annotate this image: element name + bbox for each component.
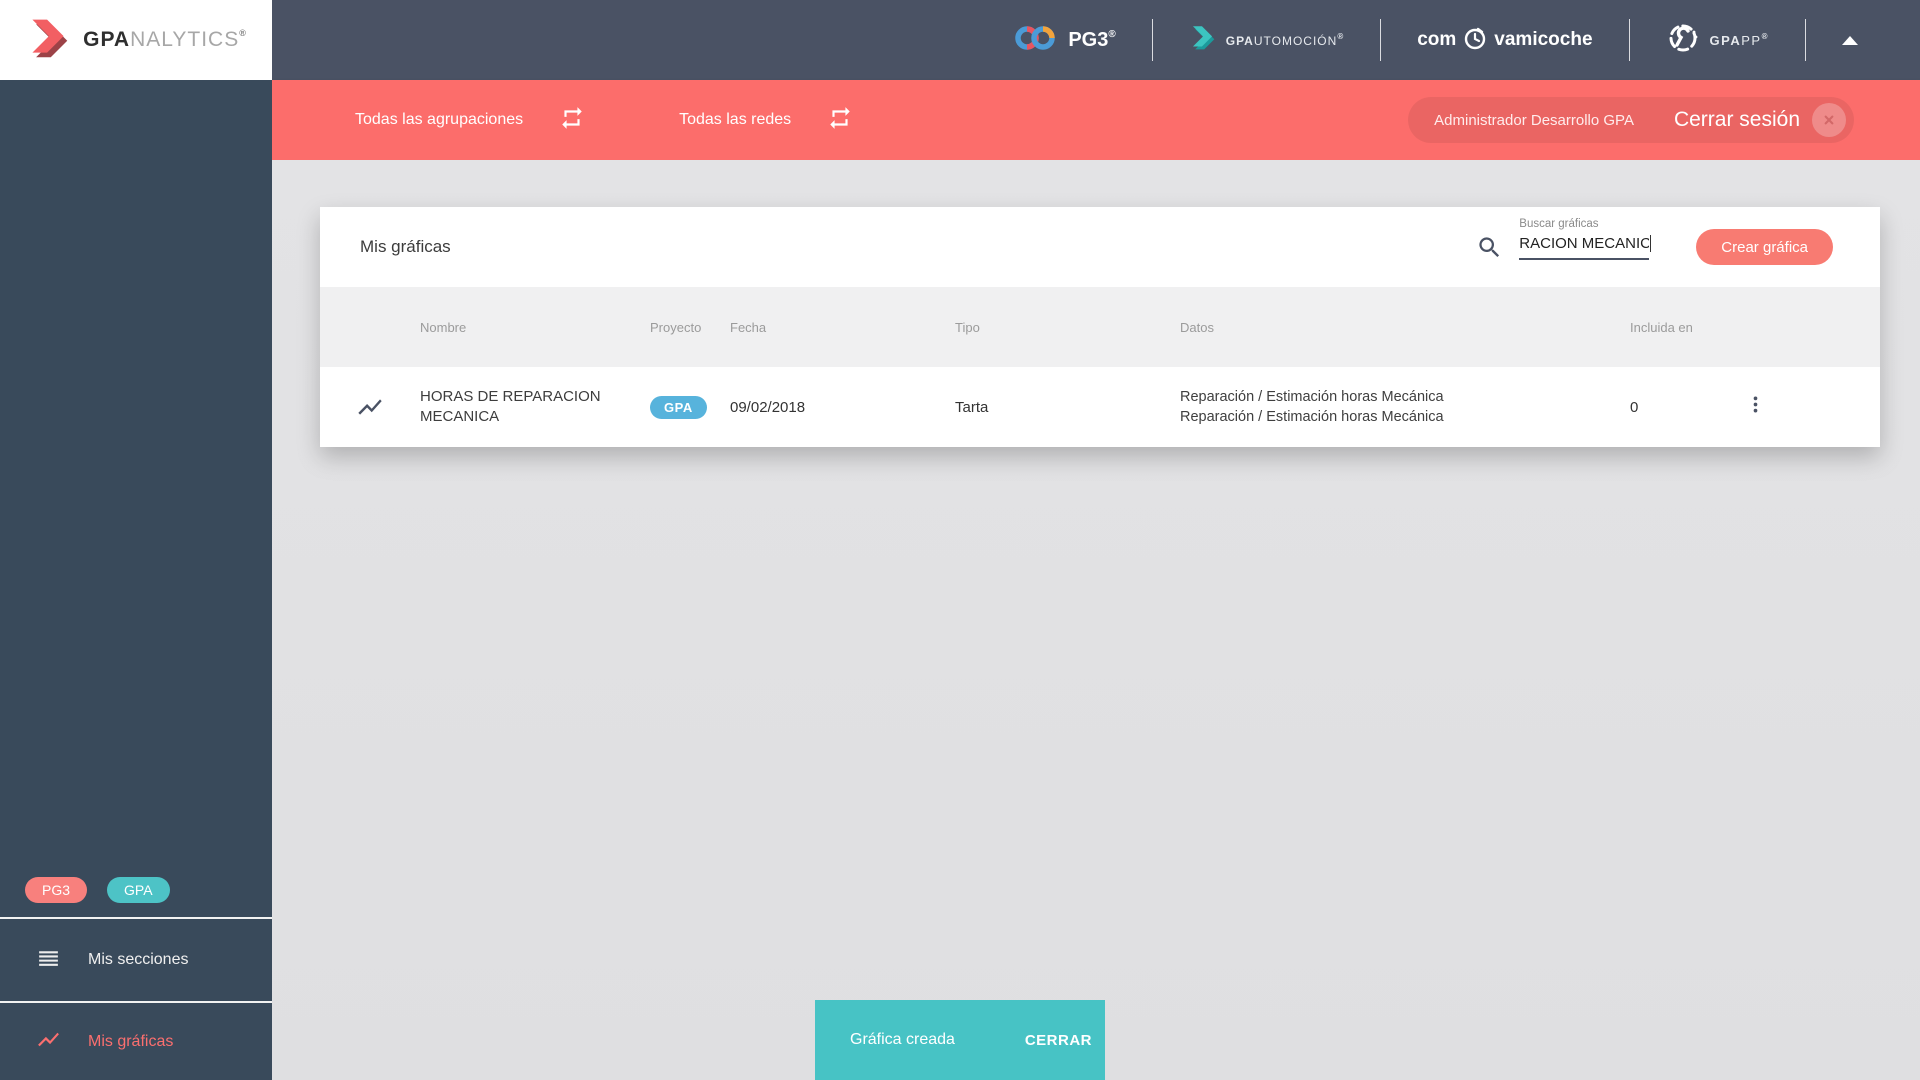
gpautomocion-logo[interactable]: GPAUTOMOCIÓN®: [1189, 24, 1344, 56]
gpapp-logo[interactable]: GPAPP®: [1666, 21, 1769, 60]
sidebar: PG3 GPA Mis secciones Mis gráficas: [0, 80, 272, 1080]
toast-close-button[interactable]: CERRAR: [1025, 1032, 1092, 1049]
sidebar-badges: PG3 GPA: [25, 877, 170, 903]
filter-bar: Todas las agrupaciones Todas las redes A…: [272, 80, 1920, 160]
sidebar-item-label: Mis secciones: [88, 951, 189, 968]
divider: [1380, 19, 1382, 61]
groupings-filter[interactable]: Todas las agrupaciones: [355, 105, 585, 136]
current-user-label: Administrador Desarrollo GPA: [1434, 111, 1634, 129]
networks-filter-label: Todas las redes: [679, 111, 792, 128]
row-date: 09/02/2018: [730, 398, 806, 416]
header-app-links: PG3® GPAUTOMOCIÓN® com vamicoche GPAPP®: [1012, 0, 1920, 80]
divider: [1151, 19, 1153, 61]
sidebar-item-label: Mis gráficas: [88, 1032, 174, 1050]
row-included-in: 0: [1630, 398, 1639, 416]
line-chart-icon: [36, 1027, 61, 1057]
groupings-filter-label: Todas las agrupaciones: [355, 111, 524, 128]
clock-icon: [1462, 25, 1488, 56]
app-root: GPANALYTICS® PG3® GPAUTOMOCIÓN® com vami…: [0, 0, 1920, 1080]
search-field: Buscar gráficas: [1519, 218, 1652, 260]
column-header-incluida-en: Incluida en: [1630, 319, 1693, 335]
gpautomocion-label: GPAUTOMOCIÓN®: [1225, 32, 1345, 48]
table-header: Nombre Proyecto Fecha Tipo Datos Incluid…: [320, 287, 1880, 367]
pg3-infinity-icon: [1012, 23, 1058, 58]
column-header-fecha: Fecha: [730, 319, 767, 335]
row-name: HORAS DE REPARACION MECANICA: [420, 387, 601, 425]
pg3-logo[interactable]: PG3®: [1012, 23, 1116, 58]
row-data-line: Reparación / Estimación horas Mecánica: [1180, 389, 1444, 405]
gpapp-wrench-icon: [1666, 21, 1700, 60]
create-chart-button[interactable]: Crear gráfica: [1696, 229, 1833, 265]
column-header-proyecto: Proyecto: [650, 319, 702, 335]
card-title: Mis gráficas: [360, 237, 451, 256]
top-header: GPANALYTICS® PG3® GPAUTOMOCIÓN® com vami…: [0, 0, 1920, 80]
brand-name: GPANALYTICS®: [83, 28, 247, 51]
sidebar-item-mis-graficas[interactable]: Mis gráficas: [0, 1003, 272, 1080]
power-icon: [1812, 103, 1846, 137]
logout-button-label: Cerrar sesión: [1673, 108, 1800, 131]
charts-card: Mis gráficas Buscar gráficas Crear gráfi…: [320, 207, 1880, 447]
card-header: Mis gráficas Buscar gráficas Crear gráfi…: [320, 207, 1880, 287]
collapse-caret-icon[interactable]: [1842, 35, 1858, 45]
brand-arrow-icon: [25, 16, 71, 65]
badge-gpa[interactable]: GPA: [107, 877, 170, 903]
search-field-label: Buscar gráficas: [1519, 217, 1599, 230]
column-header-tipo: Tipo: [955, 319, 980, 335]
column-header-datos: Datos: [1180, 319, 1214, 335]
column-header-nombre: Nombre: [420, 319, 467, 335]
main-content: Mis gráficas Buscar gráficas Crear gráfi…: [272, 160, 1920, 1080]
comprovamicoche-left: com: [1417, 29, 1457, 50]
swap-icon[interactable]: [827, 105, 853, 136]
comprovamicoche-logo[interactable]: com vamicoche: [1417, 25, 1593, 56]
sidebar-item-mis-secciones[interactable]: Mis secciones: [0, 917, 272, 1003]
divider: [1805, 19, 1806, 61]
swap-icon[interactable]: [559, 105, 585, 136]
badge-pg3[interactable]: PG3: [25, 877, 88, 903]
gpapp-label: GPAPP®: [1709, 32, 1769, 48]
table-row: HORAS DE REPARACION MECANICA GPA 09/02/2…: [320, 367, 1880, 447]
search-input[interactable]: [1519, 234, 1650, 260]
toast-message: Gráfica creada: [850, 1031, 955, 1048]
text-caret: [1649, 234, 1652, 252]
gpautomocion-arrow-icon: [1189, 24, 1216, 56]
logout-button[interactable]: Cerrar sesión: [1674, 103, 1846, 137]
comprovamicoche-right: vamicoche: [1494, 29, 1593, 50]
divider: [1628, 19, 1630, 61]
card-controls: Buscar gráficas Crear gráfica: [1476, 218, 1833, 265]
row-type: Tarta: [955, 398, 989, 416]
row-menu-button[interactable]: [1725, 394, 1785, 420]
networks-filter[interactable]: Todas las redes: [679, 105, 853, 136]
row-project: GPA: [650, 395, 730, 419]
row-chart-icon: [320, 393, 420, 421]
search-icon[interactable]: [1476, 234, 1503, 261]
toast: Gráfica creada CERRAR: [815, 1000, 1105, 1080]
row-data: Reparación / Estimación horas Mecánica R…: [1180, 387, 1630, 427]
project-badge: GPA: [650, 395, 707, 419]
pg3-label: PG3®: [1068, 28, 1116, 51]
brand-logo[interactable]: GPANALYTICS®: [0, 0, 272, 80]
menu-icon: [36, 945, 61, 975]
row-data-line: Reparación / Estimación horas Mecánica: [1180, 409, 1444, 425]
kebab-icon: [1745, 394, 1766, 420]
user-session-pill: Administrador Desarrollo GPA Cerrar sesi…: [1408, 97, 1854, 143]
